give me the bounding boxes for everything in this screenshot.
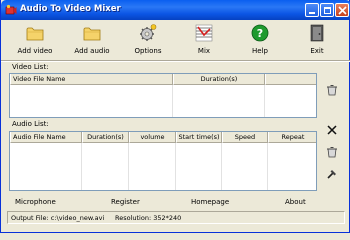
status-bar: Output File: c:\video_new.avi Resolution…	[7, 211, 345, 224]
audio-col-speed[interactable]: Speed	[222, 132, 268, 143]
delete-audio-button[interactable]	[326, 124, 340, 138]
mix-button[interactable]: Mix	[181, 22, 227, 58]
bottom-links: Microphone Register Homepage About	[1, 198, 350, 208]
homepage-link[interactable]: Homepage	[191, 198, 229, 206]
add-audio-label: Add audio	[74, 47, 110, 55]
help-label: Help	[252, 47, 268, 55]
video-col-file-name[interactable]: Video File Name	[10, 74, 173, 85]
audio-list-label: Audio List:	[12, 120, 49, 128]
folder-icon	[83, 27, 101, 41]
delete-audio-icon	[327, 125, 337, 135]
grid-line	[175, 143, 176, 190]
register-link[interactable]: Register	[111, 198, 140, 206]
output-file-text: Output File: c:\video_new.avi	[11, 214, 105, 222]
maximize-icon	[324, 7, 331, 14]
clear-audio-icon	[327, 147, 337, 158]
help-button[interactable]: ? Help	[237, 22, 283, 58]
video-list-label: Video List:	[12, 63, 49, 71]
audio-list-table[interactable]: Audio File Name Duration(s) volume Start…	[9, 131, 317, 191]
toolbar: Add video Add audio Options Mix ? Help E…	[2, 20, 350, 60]
exit-button[interactable]: Exit	[294, 22, 340, 58]
about-link[interactable]: About	[285, 198, 306, 206]
tools-icon	[327, 170, 336, 179]
tools-button[interactable]	[326, 168, 340, 182]
video-list-header: Video File Name Duration(s)	[10, 74, 316, 85]
video-col-duration[interactable]: Duration(s)	[173, 74, 265, 85]
audio-video-icon[interactable]	[5, 4, 17, 16]
title-bar[interactable]: Audio To Video Mixer	[1, 0, 350, 20]
clear-audio-button[interactable]	[326, 146, 340, 160]
grid-line	[221, 143, 222, 190]
gear-icon	[140, 24, 157, 41]
grid-line	[264, 85, 265, 117]
mix-label: Mix	[197, 47, 211, 55]
video-list-table[interactable]: Video File Name Duration(s)	[9, 73, 317, 118]
folder-icon	[26, 27, 44, 41]
resolution-text: Resolution: 352*240	[115, 214, 182, 222]
close-button[interactable]	[335, 3, 349, 17]
close-icon	[338, 6, 347, 15]
clear-video-button[interactable]	[326, 84, 340, 98]
minimize-button[interactable]	[305, 3, 319, 17]
video-col-empty[interactable]	[265, 74, 316, 85]
options-button[interactable]: Options	[125, 22, 171, 58]
clear-video-icon	[327, 85, 337, 96]
window-title: Audio To Video Mixer	[20, 4, 121, 14]
audio-col-duration[interactable]: Duration(s)	[82, 132, 129, 143]
microphone-link[interactable]: Microphone	[15, 198, 56, 206]
audio-list-header: Audio File Name Duration(s) volume Start…	[10, 132, 316, 143]
exit-door-icon	[310, 24, 324, 42]
audio-col-file-name[interactable]: Audio File Name	[10, 132, 82, 143]
app-window: Audio To Video Mixer Add video Add audio…	[0, 0, 350, 233]
options-label: Options	[134, 47, 162, 55]
grid-line	[128, 143, 129, 190]
svg-text:?: ?	[257, 27, 263, 40]
audio-col-repeat[interactable]: Repeat	[268, 132, 316, 143]
add-video-label: Add video	[17, 47, 53, 55]
toolbar-divider	[1, 60, 350, 62]
add-audio-button[interactable]: Add audio	[69, 22, 115, 58]
maximize-button[interactable]	[320, 3, 334, 17]
add-video-button[interactable]: Add video	[12, 22, 58, 58]
grid-line	[172, 85, 173, 117]
audio-col-volume[interactable]: volume	[129, 132, 176, 143]
grid-line	[81, 143, 82, 190]
help-icon: ?	[251, 24, 269, 42]
mix-icon	[195, 24, 213, 42]
exit-label: Exit	[310, 47, 324, 55]
audio-col-start-time[interactable]: Start time(s)	[176, 132, 222, 143]
minimize-icon	[309, 12, 315, 14]
grid-line	[267, 143, 268, 190]
